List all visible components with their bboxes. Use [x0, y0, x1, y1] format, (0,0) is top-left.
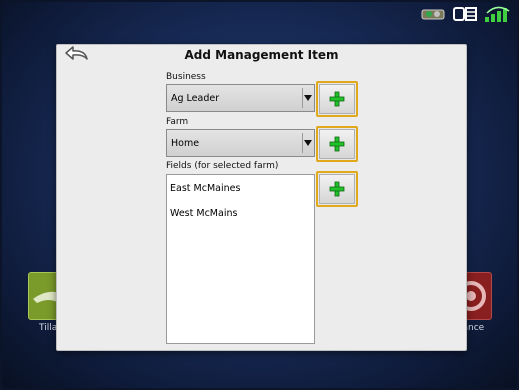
wireless-signal-icon[interactable]	[483, 6, 511, 22]
add-management-item-dialog: Add Management Item Business Ag Leader F…	[56, 44, 467, 351]
list-item[interactable]: West McMains	[170, 208, 237, 219]
fields-label: Fields (for selected farm)	[166, 161, 279, 171]
plus-icon	[329, 91, 345, 107]
farm-label: Farm	[166, 117, 189, 127]
business-select[interactable]: Ag Leader	[166, 84, 315, 112]
display-status-icon[interactable]	[453, 6, 477, 22]
business-label: Business	[166, 72, 206, 82]
dropdown-arrow-icon	[302, 133, 313, 153]
plus-icon	[329, 181, 345, 197]
tillage-tile-label: Tilla	[39, 323, 58, 333]
status-bar	[421, 6, 511, 22]
dropdown-arrow-icon	[302, 88, 313, 108]
business-value: Ag Leader	[171, 93, 220, 104]
gps-receiver-icon[interactable]	[421, 6, 447, 22]
farm-select[interactable]: Home	[166, 129, 315, 157]
list-item[interactable]: East McMaines	[170, 183, 240, 194]
fields-list[interactable]: East McMaines West McMains	[166, 174, 315, 344]
dialog-title: Add Management Item	[184, 48, 339, 62]
screen: Tilla lance Add Management Item Business…	[2, 2, 517, 388]
farm-value: Home	[171, 138, 200, 149]
add-farm-button[interactable]	[316, 126, 358, 162]
add-field-button[interactable]	[316, 171, 358, 207]
plus-icon	[329, 136, 345, 152]
add-business-button[interactable]	[316, 81, 358, 117]
